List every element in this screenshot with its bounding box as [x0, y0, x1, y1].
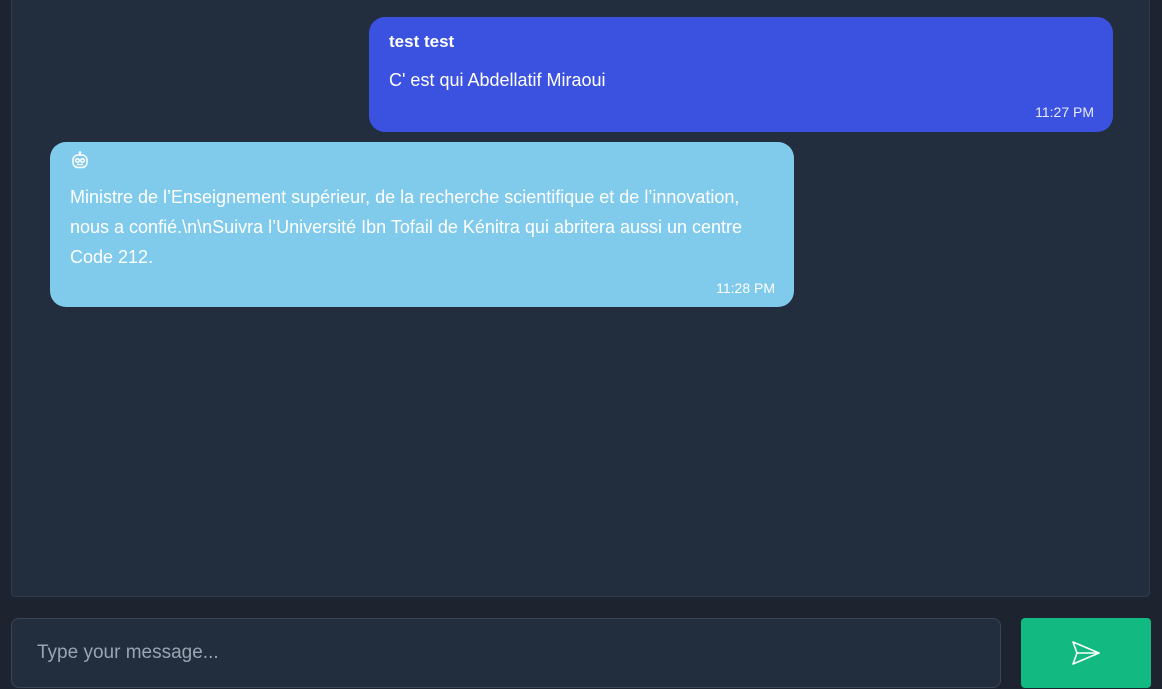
send-button[interactable]	[1021, 618, 1151, 688]
message-sender-name: test test	[389, 32, 455, 51]
send-icon	[1071, 640, 1101, 666]
message-timestamp: 11:27 PM	[1035, 104, 1094, 120]
message-text: C' est qui Abdellatif Miraoui	[389, 70, 606, 90]
message-timestamp: 11:28 PM	[716, 280, 775, 296]
user-message-bubble: test test C' est qui Abdellatif Miraoui …	[369, 17, 1113, 132]
message-input[interactable]	[11, 618, 1001, 688]
robot-icon	[70, 151, 90, 171]
message-text: Ministre de l’Enseignement supérieur, de…	[70, 187, 743, 267]
bot-message-bubble: Ministre de l’Enseignement supérieur, de…	[50, 142, 794, 307]
chat-messages-panel[interactable]: test test C' est qui Abdellatif Miraoui …	[11, 0, 1150, 597]
